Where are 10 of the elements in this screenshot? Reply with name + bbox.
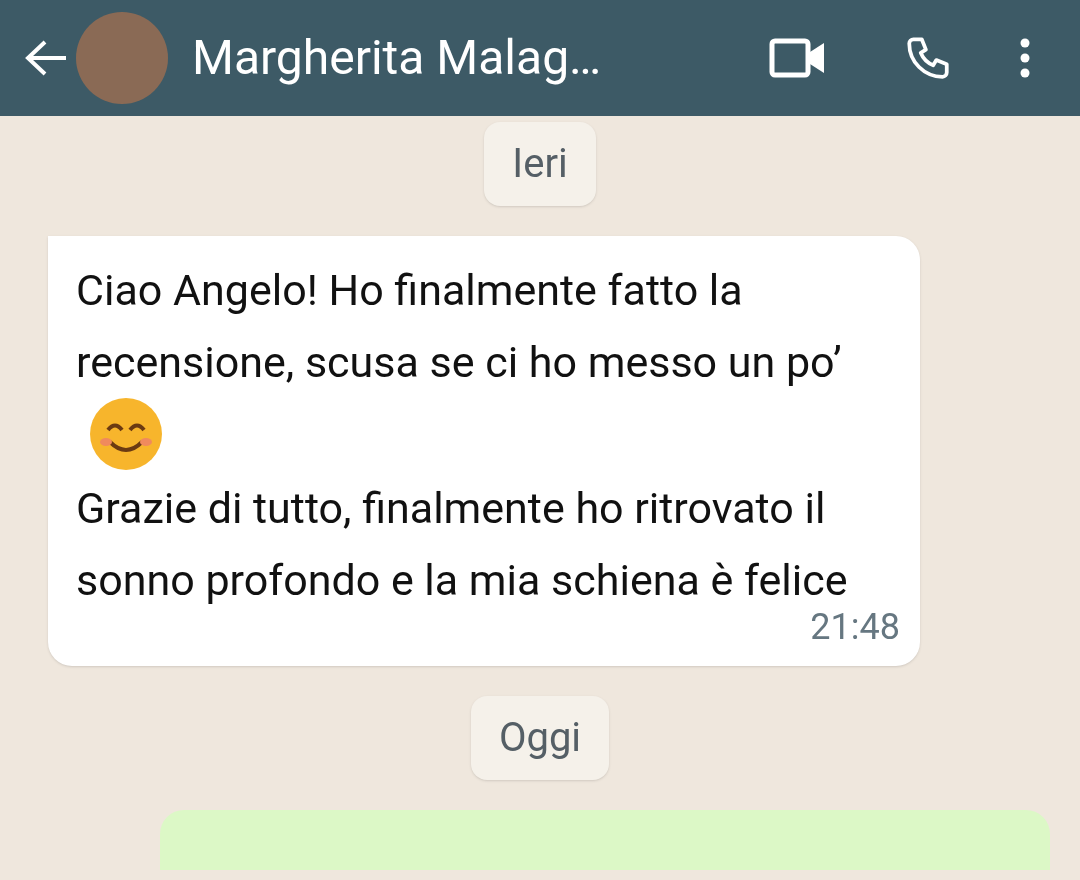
date-chip: Ieri (484, 122, 596, 206)
video-camera-icon (769, 38, 827, 78)
message-text: Grazie di tutto, finalmente ho ritrovato il sonno profondo e la mia schiena è felice (76, 482, 848, 605)
message-time: 21:48 (810, 604, 900, 650)
contact-name[interactable]: Margherita Malag… (192, 22, 602, 94)
menu-icon (1019, 38, 1031, 78)
back-arrow-icon (24, 38, 68, 78)
smiling-face-icon (88, 395, 164, 472)
message-text: Ciao Angelo! Ho finalmente fatto la recensione, scusa se ci ho messo un po’ (76, 265, 842, 387)
date-chip: Oggi (470, 695, 610, 780)
